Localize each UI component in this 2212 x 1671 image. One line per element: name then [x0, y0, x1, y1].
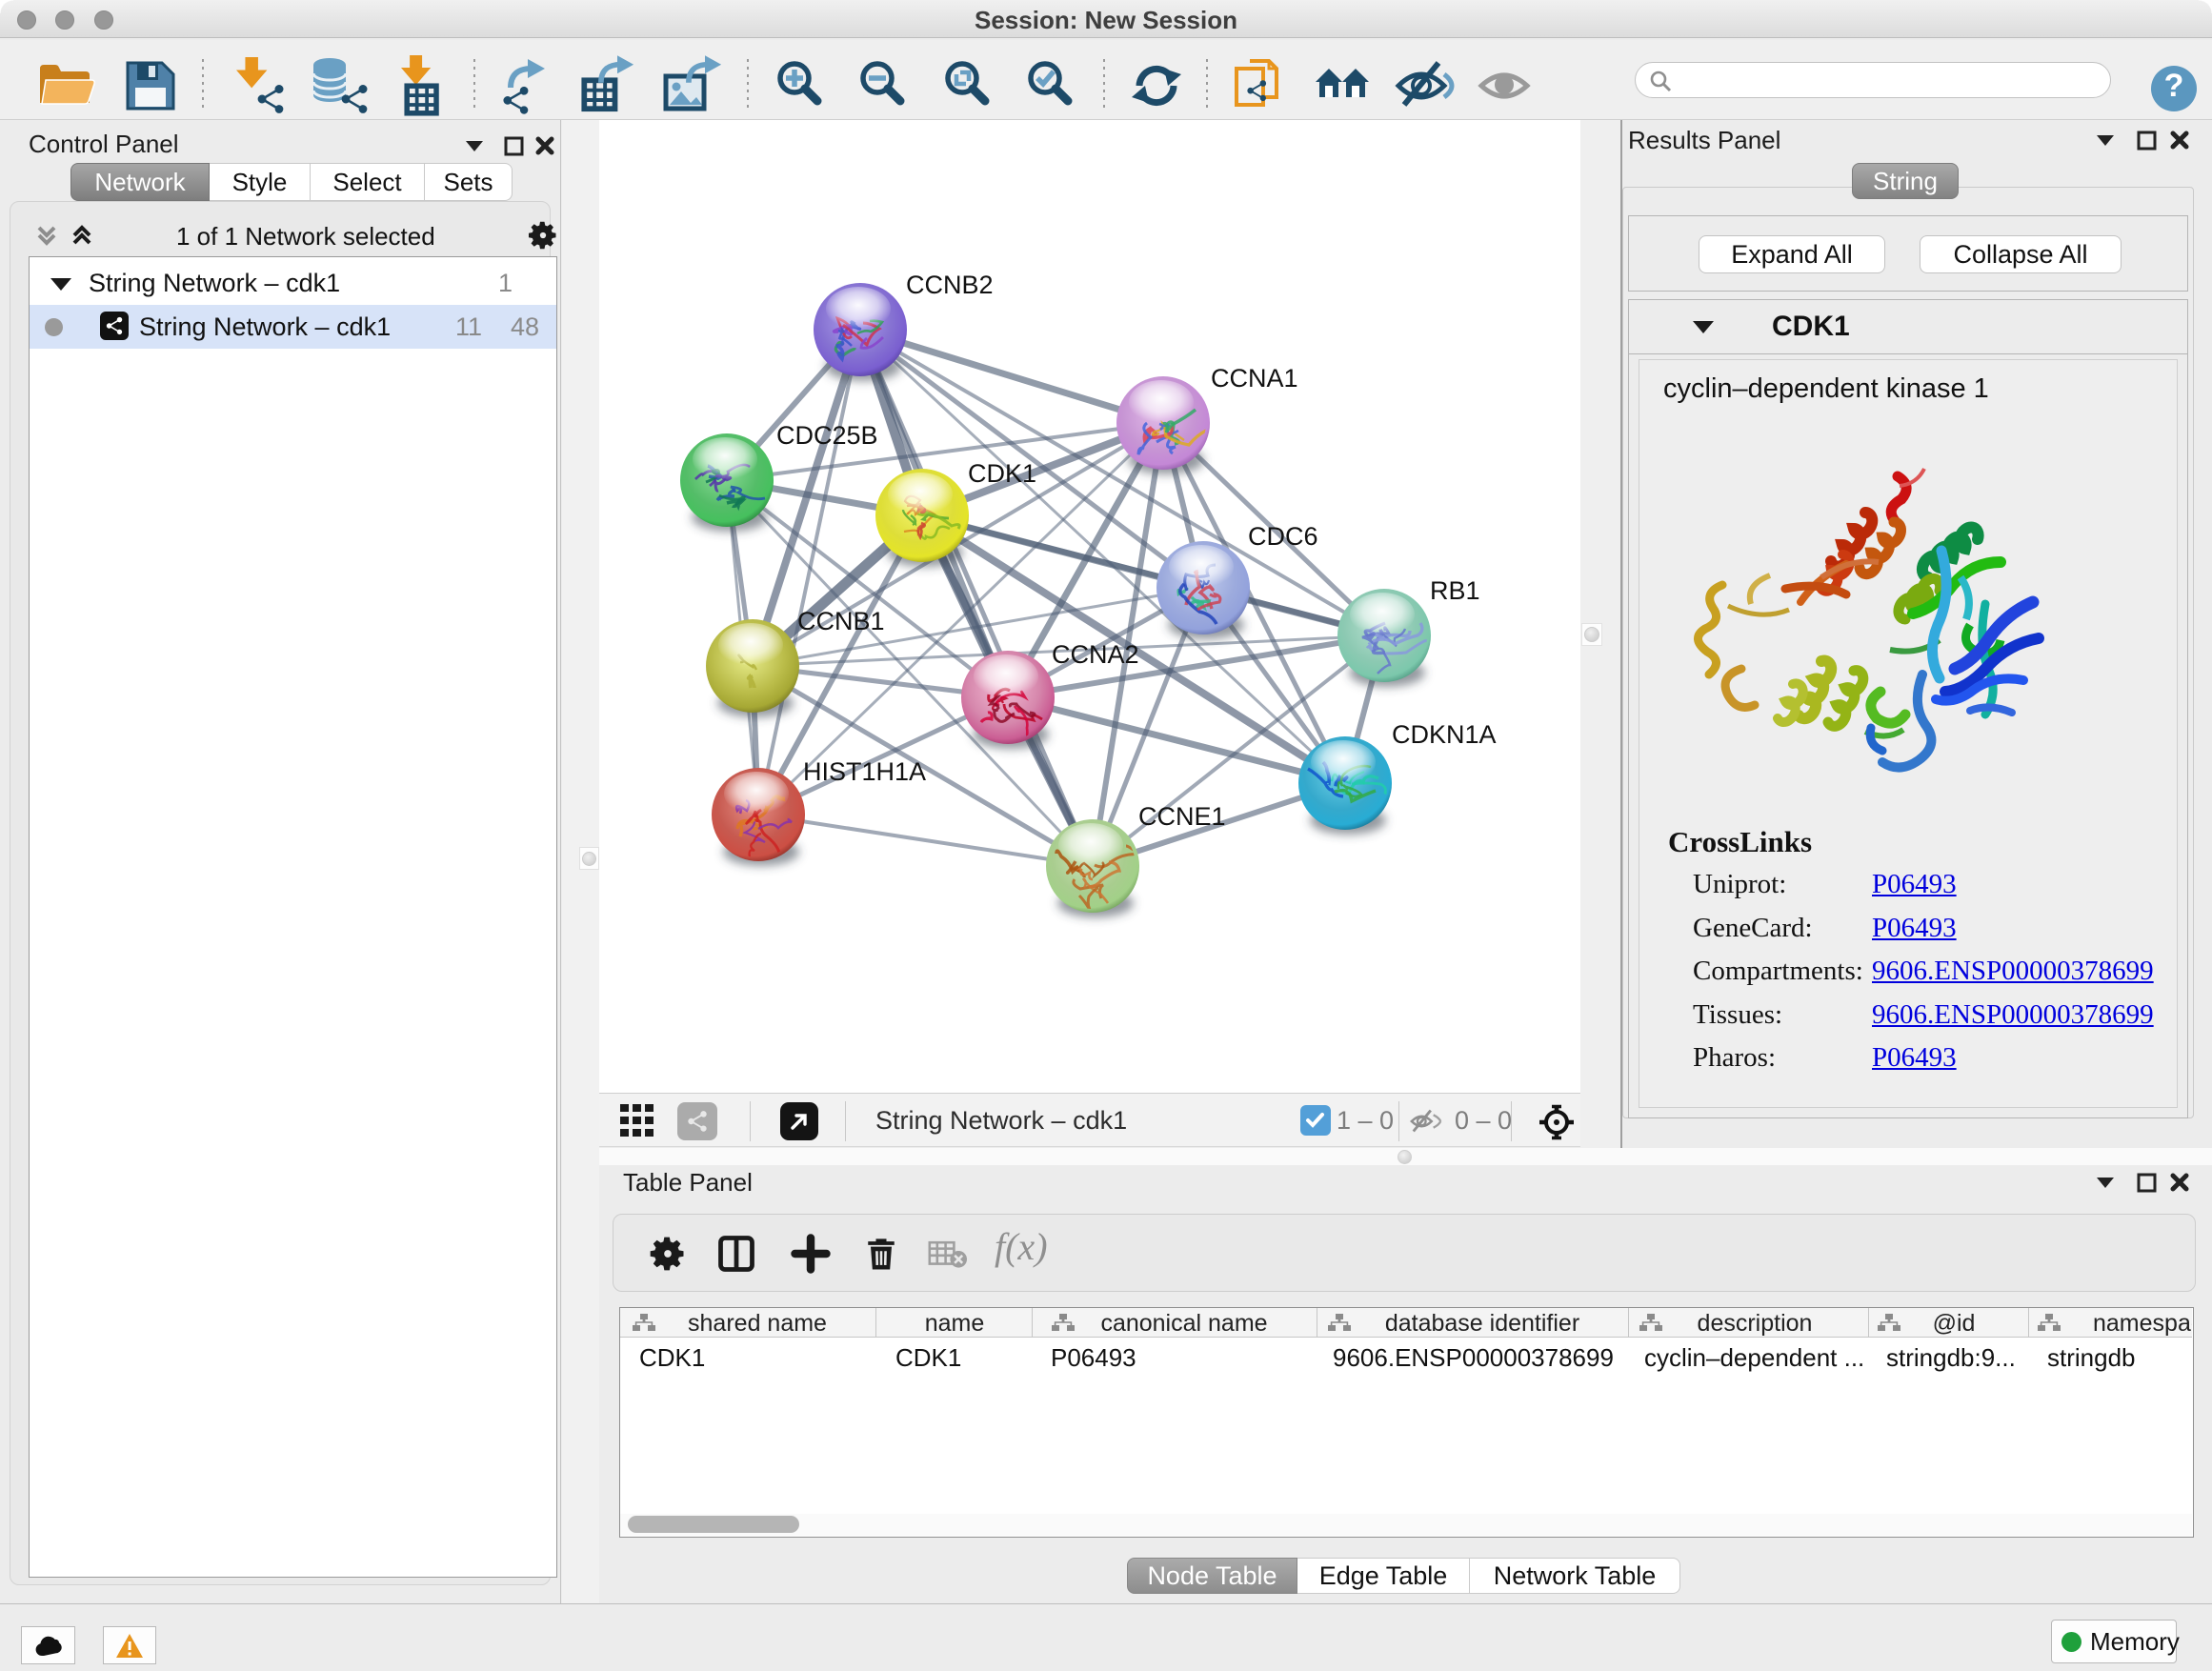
svg-text:CCNA2: CCNA2	[1052, 640, 1139, 669]
svg-text:RB1: RB1	[1430, 576, 1480, 605]
svg-text:CCNB1: CCNB1	[797, 607, 885, 635]
svg-text:CDC25B: CDC25B	[776, 421, 878, 450]
svg-text:CDK1: CDK1	[968, 459, 1036, 488]
svg-text:HIST1H1A: HIST1H1A	[803, 757, 926, 786]
svg-text:CDKN1A: CDKN1A	[1392, 720, 1497, 749]
svg-text:CCNA1: CCNA1	[1211, 364, 1298, 393]
svg-text:CCNE1: CCNE1	[1138, 802, 1226, 831]
svg-text:CDC6: CDC6	[1248, 522, 1318, 551]
svg-text:CCNB2: CCNB2	[906, 271, 994, 299]
